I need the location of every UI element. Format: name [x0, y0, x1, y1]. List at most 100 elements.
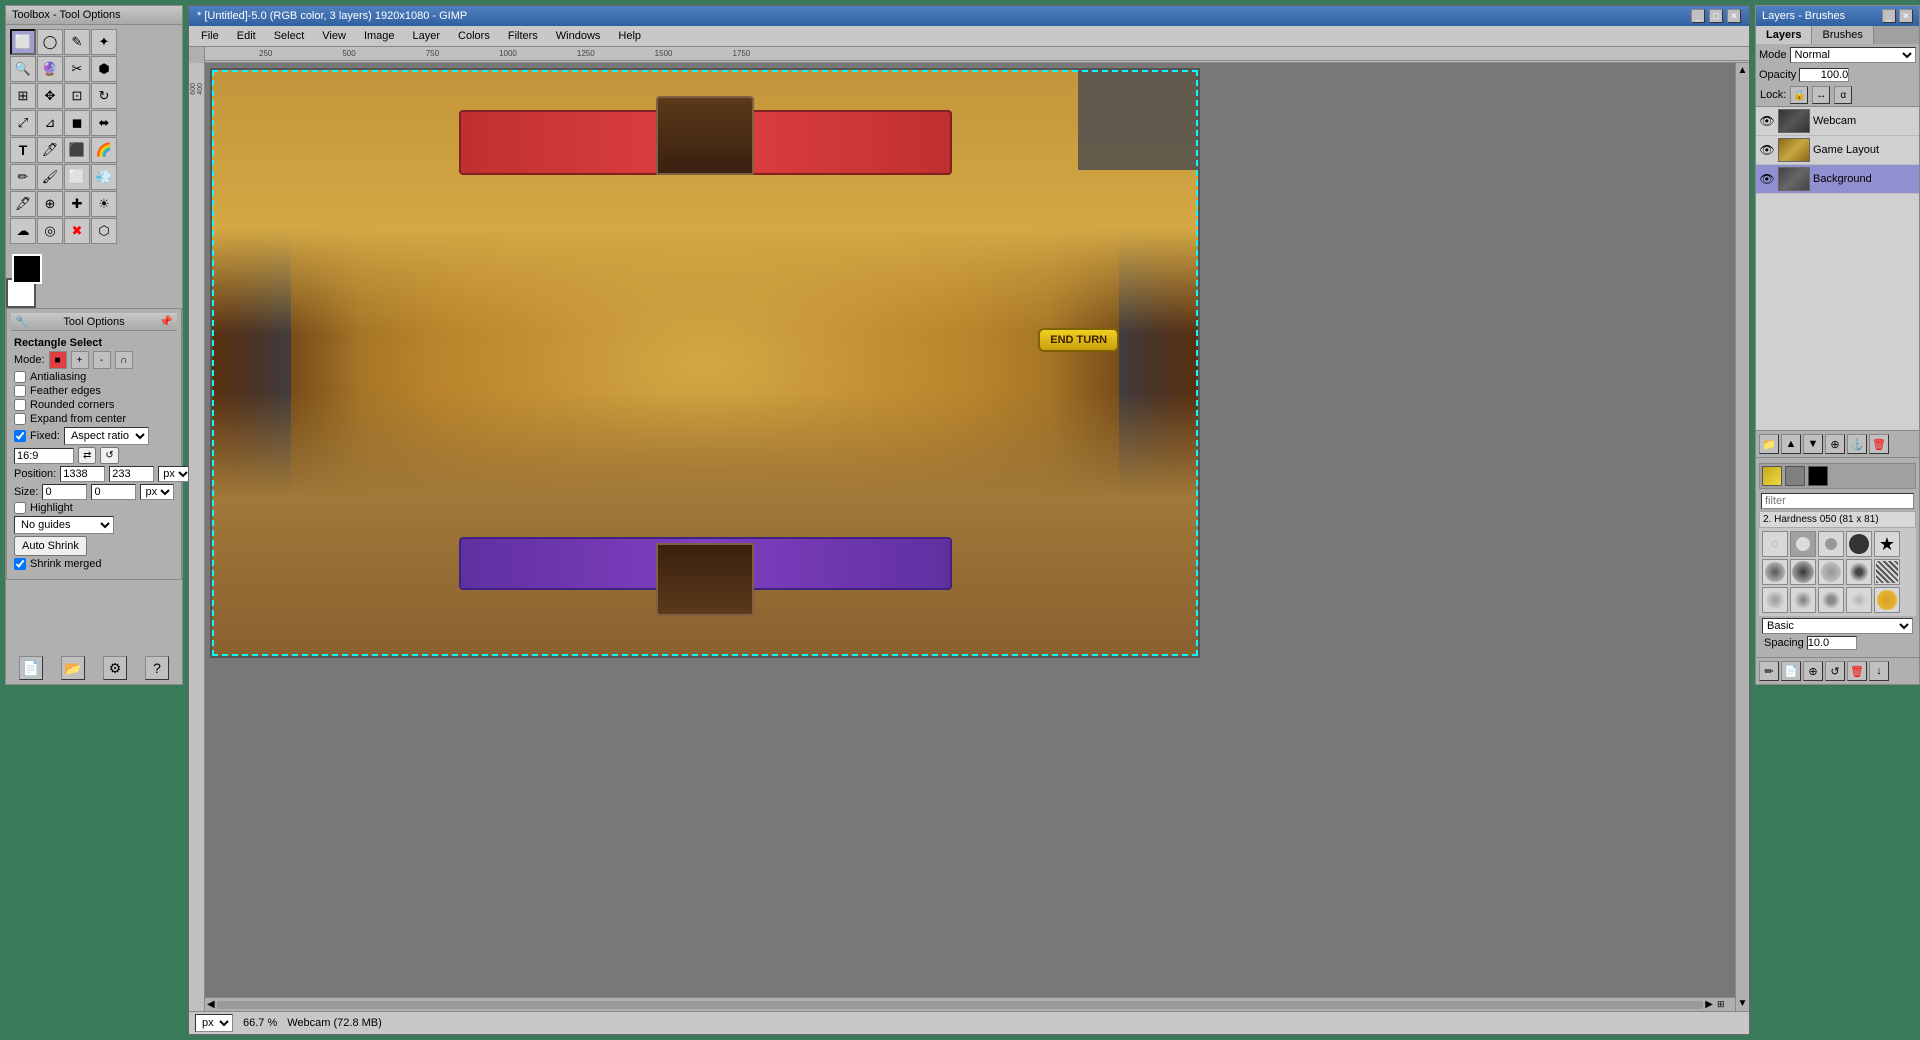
brush-scatter-2[interactable]: [1846, 587, 1872, 613]
size-x-input[interactable]: [42, 484, 87, 500]
highlight-checkbox[interactable]: [14, 502, 26, 514]
ellipse-select-tool[interactable]: ◯: [37, 29, 63, 55]
ratio-input[interactable]: [14, 448, 74, 464]
dodge-burn-tool[interactable]: ☀: [91, 191, 117, 217]
scissors-tool[interactable]: ✂: [64, 56, 90, 82]
text-tool[interactable]: T: [10, 137, 36, 163]
eraser-tool[interactable]: ⬜: [64, 164, 90, 190]
menu-image[interactable]: Image: [356, 28, 403, 44]
pencil-tool[interactable]: ✏: [10, 164, 36, 190]
fuzzy-select-tool[interactable]: ✦: [91, 29, 117, 55]
ratio-reset-btn[interactable]: ↺: [100, 447, 118, 464]
menu-filters[interactable]: Filters: [500, 28, 546, 44]
layer-item-webcam[interactable]: 👁 Webcam: [1756, 107, 1919, 136]
maximize-btn[interactable]: □: [1709, 9, 1723, 23]
canvas-wrapper[interactable]: END TURN ▲ ▼ ◀: [205, 63, 1749, 1011]
tool-options-pin[interactable]: 📌: [159, 315, 173, 328]
color-picker-tool[interactable]: 🔍: [10, 56, 36, 82]
zoom-fit-btn[interactable]: ⊞: [1717, 999, 1735, 1010]
new-image-btn[interactable]: 📄: [19, 656, 43, 680]
opacity-input[interactable]: [1799, 68, 1849, 82]
menu-edit[interactable]: Edit: [229, 28, 264, 44]
help-btn[interactable]: ?: [145, 656, 169, 680]
rounded-corners-checkbox[interactable]: [14, 399, 26, 411]
brush-splatter-1[interactable]: [1818, 559, 1844, 585]
brush-soft-1[interactable]: [1762, 559, 1788, 585]
delete-layer-btn[interactable]: 🗑: [1869, 434, 1889, 454]
basic-select[interactable]: Basic: [1762, 618, 1913, 634]
unit-select[interactable]: px: [195, 1014, 233, 1032]
brush-large-circle[interactable]: [1846, 531, 1872, 557]
menu-view[interactable]: View: [314, 28, 354, 44]
clone-tool[interactable]: ⊕: [37, 191, 63, 217]
scroll-down-btn[interactable]: ▼: [1738, 998, 1748, 1009]
align-tool[interactable]: ⊞: [10, 83, 36, 109]
brush-star[interactable]: ★: [1874, 531, 1900, 557]
layer-eye-gamelayout[interactable]: 👁: [1759, 142, 1775, 158]
menu-layer[interactable]: Layer: [405, 28, 449, 44]
menu-windows[interactable]: Windows: [548, 28, 609, 44]
brush-fuzzy-2[interactable]: [1790, 587, 1816, 613]
brush-medium-circle[interactable]: [1818, 531, 1844, 557]
rotate-tool[interactable]: ↻: [91, 83, 117, 109]
brush-texture-1[interactable]: [1874, 559, 1900, 585]
swatch-gold[interactable]: [1762, 466, 1782, 486]
scroll-left-btn[interactable]: ◀: [207, 999, 215, 1010]
fixed-select[interactable]: Aspect ratio: [64, 427, 149, 445]
airbrush-tool[interactable]: 💨: [91, 164, 117, 190]
free-select-tool[interactable]: ✎: [64, 29, 90, 55]
convolve-tool[interactable]: ◎: [37, 218, 63, 244]
by-color-select-tool[interactable]: 🔮: [37, 56, 63, 82]
crop-tool[interactable]: ⊡: [64, 83, 90, 109]
auto-shrink-btn[interactable]: Auto Shrink: [14, 536, 87, 556]
perspective-tool[interactable]: ◼: [64, 110, 90, 136]
menu-select[interactable]: Select: [266, 28, 313, 44]
path-tool[interactable]: 🖊: [37, 137, 63, 163]
layers-close-btn[interactable]: ✕: [1899, 9, 1913, 23]
brush-scatter-1[interactable]: [1818, 587, 1844, 613]
shear-tool[interactable]: ⊿: [37, 110, 63, 136]
scroll-up-btn[interactable]: ▲: [1738, 65, 1748, 76]
raise-layer-btn[interactable]: ▲: [1781, 434, 1801, 454]
position-y-input[interactable]: [109, 466, 154, 482]
layers-mode-select[interactable]: Normal: [1790, 47, 1916, 63]
expand-from-center-checkbox[interactable]: [14, 413, 26, 425]
foreground-color-swatch[interactable]: [12, 254, 42, 284]
shrink-merged-checkbox[interactable]: [14, 558, 26, 570]
fg-select-tool[interactable]: ⬢: [91, 56, 117, 82]
brush-filter-input[interactable]: [1761, 493, 1914, 509]
swatch-black[interactable]: [1808, 466, 1828, 486]
script-tool[interactable]: ⬡: [91, 218, 117, 244]
mode-intersect-btn[interactable]: ∩: [115, 351, 133, 369]
heal-tool[interactable]: ✚: [64, 191, 90, 217]
close-btn[interactable]: ✕: [1727, 9, 1741, 23]
brush-delete-btn[interactable]: 🗑: [1847, 661, 1867, 681]
mode-subtract-btn[interactable]: -: [93, 351, 111, 369]
swatch-gray[interactable]: [1785, 466, 1805, 486]
scroll-h-thumb[interactable]: [217, 1001, 1704, 1009]
brush-new-btn[interactable]: 📄: [1781, 661, 1801, 681]
paintbrush-tool[interactable]: 🖌: [37, 164, 63, 190]
mode-replace-btn[interactable]: ■: [49, 351, 67, 369]
lock-alpha-btn[interactable]: α: [1834, 86, 1852, 104]
horizontal-scrollbar[interactable]: ◀ ▶ ⊞: [205, 997, 1735, 1011]
menu-file[interactable]: File: [193, 28, 227, 44]
brush-golden[interactable]: [1874, 587, 1900, 613]
layers-minimize-btn[interactable]: _: [1882, 9, 1896, 23]
new-layer-group-btn[interactable]: 📁: [1759, 434, 1779, 454]
open-btn[interactable]: 📂: [61, 656, 85, 680]
vertical-scrollbar[interactable]: ▲ ▼: [1735, 63, 1749, 1011]
menu-colors[interactable]: Colors: [450, 28, 498, 44]
layer-eye-webcam[interactable]: 👁: [1759, 113, 1775, 129]
brush-refresh-btn[interactable]: ↺: [1825, 661, 1845, 681]
brush-export-btn[interactable]: ↓: [1869, 661, 1889, 681]
lock-pixels-btn[interactable]: 🔒: [1790, 86, 1808, 104]
brush-duplicate-btn[interactable]: ⊕: [1803, 661, 1823, 681]
scroll-right-btn[interactable]: ▶: [1705, 999, 1713, 1010]
antialiasing-checkbox[interactable]: [14, 371, 26, 383]
rectangle-select-tool[interactable]: ⬜: [10, 29, 36, 55]
smudge-tool[interactable]: ☁: [10, 218, 36, 244]
scale-tool[interactable]: ⤢: [10, 110, 36, 136]
mode-add-btn[interactable]: +: [71, 351, 89, 369]
layer-item-gamelayout[interactable]: 👁 Game Layout: [1756, 136, 1919, 165]
